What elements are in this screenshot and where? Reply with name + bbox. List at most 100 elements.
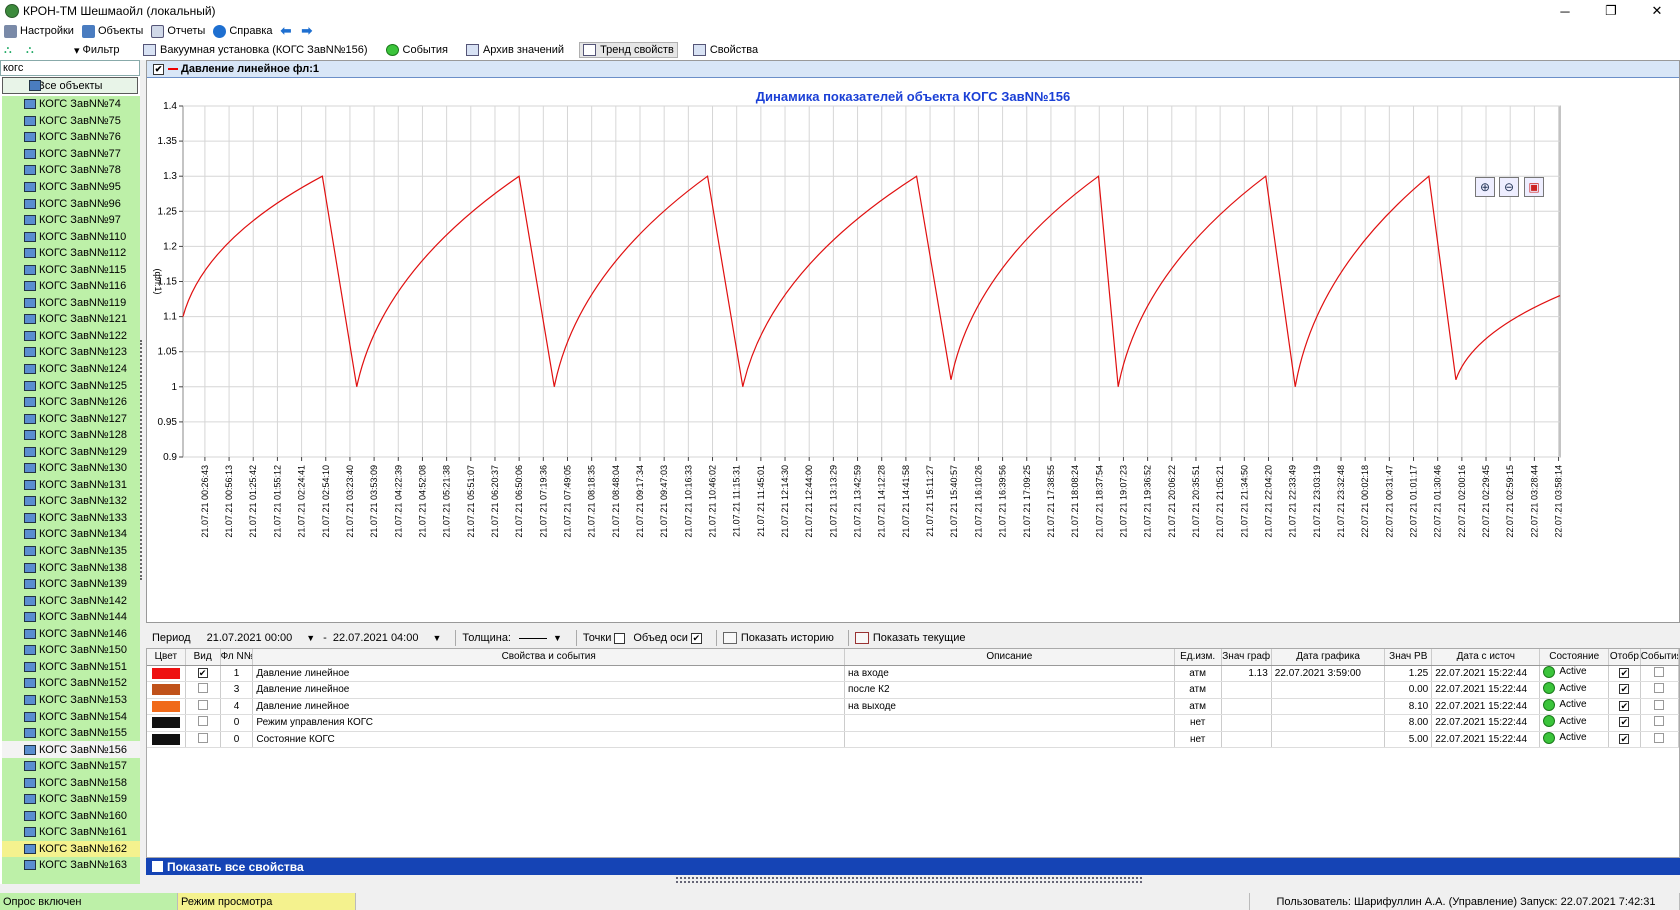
events-cell[interactable] (1640, 731, 1680, 748)
sidebar-item[interactable]: КОГС ЗавN№96 (2, 195, 140, 212)
display-cell[interactable]: ✔ (1608, 665, 1641, 682)
sidebar-item[interactable]: КОГС ЗавN№162 (2, 840, 140, 858)
search-input[interactable]: когс (0, 60, 140, 76)
sidebar-item[interactable]: КОГС ЗавN№76 (2, 129, 140, 146)
sidebar-item[interactable]: КОГС ЗавN№151 (2, 659, 140, 676)
sidebar-item[interactable]: КОГС ЗавN№152 (2, 675, 140, 692)
sidebar-item[interactable]: КОГС ЗавN№138 (2, 559, 140, 576)
close-button[interactable]: ✕ (1634, 0, 1680, 22)
tab-vacuum[interactable]: Вакуумная установка (КОГС ЗавN№156) (140, 43, 371, 57)
events-cell[interactable] (1640, 698, 1680, 715)
sidebar-item[interactable]: КОГС ЗавN№78 (2, 162, 140, 179)
collapse-tree-icon[interactable]: ⛬ (26, 44, 40, 57)
show-all-properties-bar[interactable]: Показать все свойства (146, 858, 1680, 875)
color-swatch[interactable] (151, 733, 180, 745)
events-cell[interactable] (1640, 681, 1680, 699)
color-swatch[interactable] (151, 717, 180, 729)
column-header[interactable]: События (1640, 649, 1680, 666)
visible-cell[interactable] (185, 731, 221, 748)
sidebar-item[interactable]: КОГС ЗавN№150 (2, 642, 140, 659)
visible-cell[interactable]: ✔ (185, 665, 221, 682)
tab-properties[interactable]: Свойства (690, 43, 761, 57)
sidebar-item[interactable]: КОГС ЗавN№119 (2, 295, 140, 312)
period-from-dropdown-icon[interactable]: ▼ (306, 633, 315, 643)
sidebar-item[interactable]: КОГС ЗавN№157 (2, 758, 140, 775)
display-cell[interactable]: ✔ (1608, 681, 1641, 699)
tab-events[interactable]: События (383, 43, 451, 57)
maximize-button[interactable]: ❐ (1588, 0, 1634, 22)
color-cell[interactable] (147, 681, 186, 699)
show-all-checkbox[interactable] (152, 861, 163, 872)
visible-cell[interactable] (185, 698, 221, 715)
color-swatch[interactable] (151, 700, 180, 712)
column-header[interactable]: Знач граф (1221, 649, 1272, 666)
sidebar-item[interactable]: КОГС ЗавN№163 (2, 857, 140, 874)
sidebar-item[interactable]: КОГС ЗавN№159 (2, 791, 140, 808)
minimize-button[interactable]: ─ (1542, 0, 1588, 22)
column-header[interactable]: Свойства и события (252, 649, 845, 666)
sidebar-item[interactable]: КОГС ЗавN№131 (2, 477, 140, 494)
color-swatch[interactable] (151, 684, 180, 696)
menu-help[interactable]: Справка (213, 24, 273, 38)
thickness-dropdown-icon[interactable]: ▼ (553, 633, 562, 643)
save-image-icon[interactable]: ▣ (1524, 177, 1544, 197)
color-cell[interactable] (147, 698, 186, 715)
display-checkbox[interactable]: ✔ (1619, 667, 1630, 678)
horizontal-splitter[interactable] (676, 877, 1142, 883)
expand-tree-icon[interactable]: ⛬ (4, 44, 18, 57)
color-swatch[interactable] (151, 667, 180, 679)
color-cell[interactable] (147, 665, 186, 682)
menu-objects[interactable]: Объекты (81, 24, 143, 38)
table-row[interactable]: ✔ 1 Давление линейное на входе атм 1.13 22.07.… (147, 665, 1680, 682)
sidebar-item[interactable]: КОГС ЗавN№126 (2, 394, 140, 411)
sidebar-item[interactable]: КОГС ЗавN№153 (2, 692, 140, 709)
sidebar-item[interactable]: КОГС ЗавN№135 (2, 543, 140, 560)
table-row[interactable]: 0 Режим управления КОГС нет 8.00 22.07.2021 … (147, 714, 1680, 732)
all-objects-button[interactable]: Все объекты (2, 77, 138, 94)
back-arrow-icon[interactable]: ⬅ (281, 23, 292, 39)
display-checkbox[interactable]: ✔ (1619, 717, 1630, 728)
display-checkbox[interactable]: ✔ (1619, 733, 1630, 744)
sidebar-item[interactable]: КОГС ЗавN№97 (2, 212, 140, 229)
visible-checkbox[interactable] (197, 683, 208, 694)
events-cell[interactable] (1640, 714, 1680, 732)
column-header[interactable]: Фл N№ (220, 649, 254, 666)
period-to-dropdown-icon[interactable]: ▼ (432, 633, 441, 643)
sidebar-item[interactable]: КОГС ЗавN№121 (2, 311, 140, 328)
events-checkbox[interactable] (1654, 666, 1665, 677)
display-cell[interactable]: ✔ (1608, 731, 1641, 748)
visible-checkbox[interactable] (197, 732, 208, 743)
table-row[interactable]: 3 Давление линейное после К2 атм 0.00 22.07.2… (147, 681, 1680, 699)
events-checkbox[interactable] (1654, 683, 1665, 694)
show-current-button[interactable]: Показать текущие (854, 632, 965, 644)
menu-reports[interactable]: Отчеты (151, 24, 205, 38)
sidebar-item[interactable]: КОГС ЗавN№128 (2, 427, 140, 444)
sidebar-item[interactable]: КОГС ЗавN№127 (2, 410, 140, 427)
sidebar-item[interactable]: КОГС ЗавN№134 (2, 526, 140, 543)
sidebar-item[interactable]: КОГС ЗавN№160 (2, 808, 140, 825)
vertical-splitter[interactable] (140, 340, 143, 580)
column-header[interactable]: Описание (844, 649, 1175, 666)
sidebar-item[interactable]: КОГС ЗавN№74 (2, 96, 140, 113)
zoom-in-icon[interactable]: ⊕ (1475, 177, 1495, 197)
period-from-input[interactable]: 21.07.2021 00:00 (207, 632, 293, 644)
sidebar-item[interactable]: КОГС ЗавN№112 (2, 245, 140, 262)
tab-archive[interactable]: Архив значений (463, 43, 567, 57)
sidebar-item[interactable]: КОГС ЗавN№156 (2, 741, 140, 758)
color-cell[interactable] (147, 714, 186, 732)
table-row[interactable]: 0 Состояние КОГС нет 5.00 22.07.2021 15:22:4… (147, 731, 1680, 748)
sidebar-item[interactable]: КОГС ЗавN№139 (2, 576, 140, 593)
sidebar-item[interactable]: КОГС ЗавN№95 (2, 179, 140, 196)
column-header[interactable]: Цвет (147, 649, 186, 666)
sidebar-item[interactable]: КОГС ЗавN№110 (2, 228, 140, 245)
events-checkbox[interactable] (1654, 716, 1665, 727)
color-cell[interactable] (147, 731, 186, 748)
sidebar-item[interactable]: КОГС ЗавN№122 (2, 328, 140, 345)
visible-checkbox[interactable] (197, 699, 208, 710)
visible-cell[interactable] (185, 681, 221, 699)
sidebar-item[interactable]: КОГС ЗавN№125 (2, 377, 140, 394)
points-checkbox[interactable] (614, 632, 626, 644)
sidebar-item[interactable]: КОГС ЗавN№133 (2, 510, 140, 527)
points-toggle[interactable]: Точки (583, 632, 626, 644)
merge-axes-checkbox[interactable]: ✔ (690, 632, 702, 644)
